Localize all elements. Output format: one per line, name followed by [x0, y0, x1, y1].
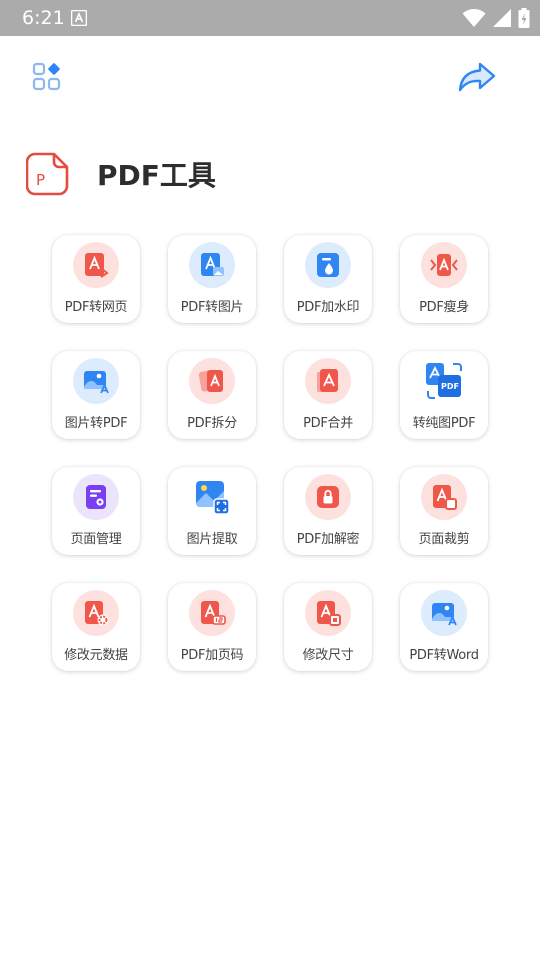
crop-icon: [433, 485, 457, 510]
page-header: P PDF工具: [26, 150, 216, 198]
tool-pdf-to-image[interactable]: PDF转图片: [168, 235, 256, 323]
watermark-drop-icon: [317, 253, 339, 277]
cellular-signal-icon: [493, 9, 511, 27]
notification-a-icon: [71, 10, 87, 26]
tool-label: 图片转PDF: [64, 416, 128, 431]
battery-icon: [518, 8, 530, 28]
tool-label: PDF瘦身: [419, 300, 469, 315]
tool-edit-metadata[interactable]: 修改元数据: [52, 583, 140, 671]
tool-label: PDF合并: [303, 416, 353, 431]
image-to-pdf-icon: [84, 371, 109, 394]
pdf-logo-letter: P: [36, 171, 45, 189]
compress-icon: [430, 254, 458, 276]
status-bar: 6:21: [0, 0, 540, 36]
page-title: PDF工具: [97, 159, 216, 192]
tool-label: 修改元数据: [64, 648, 128, 663]
pdf-to-web-icon: [85, 253, 109, 278]
tool-pdf-to-web[interactable]: PDF转网页: [52, 235, 140, 323]
tool-label: PDF转网页: [64, 300, 128, 315]
tool-pdf-encrypt[interactable]: PDF加解密: [284, 467, 372, 555]
page-number-icon: [201, 601, 226, 625]
tool-resize[interactable]: 修改尺寸: [284, 583, 372, 671]
status-time: 6:21: [22, 7, 65, 29]
tool-label: 转纯图PDF: [412, 416, 476, 431]
tool-label: 图片提取: [186, 532, 238, 547]
tool-label: 页面裁剪: [418, 532, 470, 547]
split-icon: [198, 370, 223, 392]
pdf-to-word-icon: [432, 603, 457, 626]
pdf-to-image-icon: [201, 253, 224, 276]
tool-pdf-watermark[interactable]: PDF加水印: [284, 235, 372, 323]
tool-label: PDF加页码: [180, 648, 244, 663]
tool-label: PDF加解密: [296, 532, 360, 547]
tool-page-manage[interactable]: 页面管理: [52, 467, 140, 555]
svg-text:PDF: PDF: [441, 382, 459, 391]
tool-pdf-merge[interactable]: PDF合并: [284, 351, 372, 439]
tool-image-extract[interactable]: 图片提取: [168, 467, 256, 555]
tool-image-to-pdf[interactable]: 图片转PDF: [52, 351, 140, 439]
merge-icon: [317, 369, 338, 392]
tool-pdf-split[interactable]: PDF拆分: [168, 351, 256, 439]
resize-icon: [317, 601, 341, 626]
tool-pure-image-pdf[interactable]: PDF 转纯图PDF: [400, 351, 488, 439]
tool-page-crop[interactable]: 页面裁剪: [400, 467, 488, 555]
tool-label: PDF拆分: [187, 416, 237, 431]
tool-label: 修改尺寸: [302, 648, 354, 663]
image-extract-icon: [196, 481, 230, 515]
pure-image-pdf-icon: PDF: [426, 363, 462, 399]
tool-label: PDF转Word: [409, 648, 479, 663]
tool-pdf-compress[interactable]: PDF瘦身: [400, 235, 488, 323]
apps-grid-icon: [32, 62, 61, 91]
tool-label: PDF加水印: [296, 300, 360, 315]
wifi-icon: [462, 9, 486, 27]
pdf-logo-icon: P: [26, 152, 69, 196]
apps-button[interactable]: [26, 56, 68, 98]
metadata-gear-icon: [85, 601, 109, 626]
status-icons: [462, 8, 530, 28]
lock-icon: [317, 486, 339, 508]
tool-pdf-to-word[interactable]: PDF转Word: [400, 583, 488, 671]
page-manage-icon: [86, 485, 106, 509]
share-button[interactable]: [454, 58, 500, 98]
tool-label: 页面管理: [70, 532, 122, 547]
share-arrow-icon: [458, 62, 496, 92]
tool-label: PDF转图片: [180, 300, 244, 315]
tool-add-page-number[interactable]: PDF加页码: [168, 583, 256, 671]
